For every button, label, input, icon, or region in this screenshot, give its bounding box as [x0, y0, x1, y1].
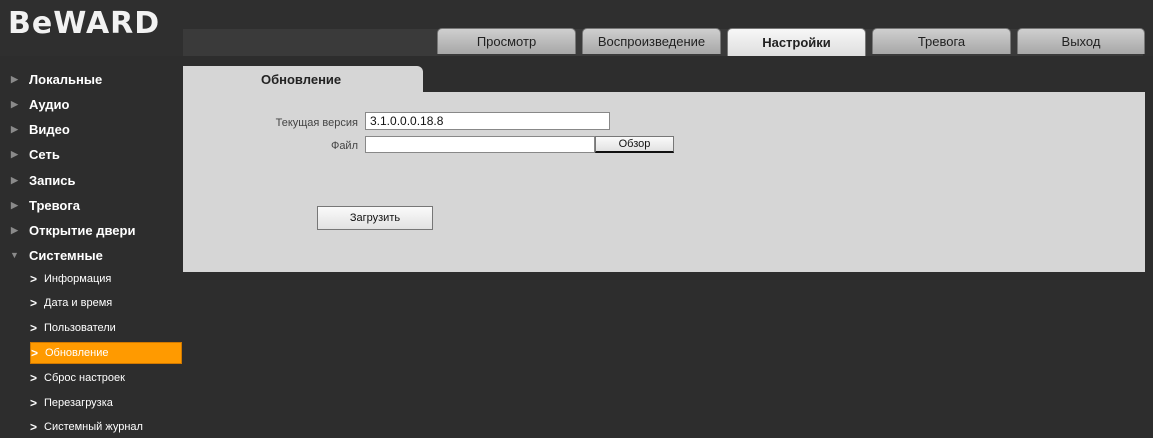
- collapsed-triangle-icon: ▶: [11, 199, 18, 210]
- collapsed-triangle-icon: ▶: [11, 224, 18, 235]
- chevron-right-icon: >: [30, 296, 38, 310]
- tab-logout[interactable]: Выход: [1017, 28, 1145, 54]
- chevron-right-icon: >: [30, 420, 38, 434]
- sidebar-subitem-label: Перезагрузка: [44, 397, 113, 409]
- sidebar-subitem-info[interactable]: > Информация: [30, 268, 182, 290]
- sidebar-item-label: Тревога: [29, 197, 81, 213]
- section-tab-update: Обновление: [183, 66, 423, 93]
- tab-alarm[interactable]: Тревога: [872, 28, 1011, 54]
- sidebar: ▶ Локальные ▶ Аудио ▶ Видео ▶ Сеть ▶ Зап…: [0, 62, 183, 434]
- sidebar-subitem-reset[interactable]: > Сброс настроек: [30, 367, 182, 389]
- sidebar-subitem-users[interactable]: > Пользователи: [30, 317, 182, 339]
- current-version-label: Текущая версия: [275, 117, 358, 129]
- tab-view[interactable]: Просмотр: [437, 28, 576, 54]
- brand-logo: BeWARD: [8, 6, 161, 41]
- section-title: Обновление: [261, 72, 342, 87]
- chevron-right-icon: >: [31, 346, 39, 360]
- sidebar-item-system[interactable]: ▼ Системные: [0, 242, 183, 268]
- sidebar-item-label: Сеть: [29, 146, 60, 162]
- upload-button[interactable]: Загрузить: [317, 206, 433, 230]
- sidebar-item-video[interactable]: ▶ Видео: [0, 116, 183, 142]
- chevron-right-icon: >: [30, 371, 38, 385]
- tab-playback[interactable]: Воспроизведение: [582, 28, 721, 54]
- sidebar-item-audio[interactable]: ▶ Аудио: [0, 91, 183, 117]
- current-version-field: 3.1.0.0.0.18.8: [365, 112, 610, 130]
- collapsed-triangle-icon: ▶: [11, 123, 18, 134]
- sidebar-item-alarm[interactable]: ▶ Тревога: [0, 192, 183, 218]
- sidebar-subitem-label: Пользователи: [44, 322, 116, 334]
- sidebar-subitem-update[interactable]: > Обновление: [30, 342, 182, 364]
- sidebar-subitem-label: Дата и время: [44, 297, 113, 309]
- chevron-right-icon: >: [30, 272, 38, 286]
- tab-settings[interactable]: Настройки: [727, 28, 866, 56]
- sidebar-item-door-open[interactable]: ▶ Открытие двери: [0, 217, 183, 243]
- sidebar-subitem-label: Сброс настроек: [44, 372, 125, 384]
- browse-button[interactable]: Обзор: [595, 136, 674, 153]
- sidebar-subitem-label: Обновление: [45, 347, 109, 359]
- sidebar-subitem-label: Информация: [44, 273, 112, 285]
- collapsed-triangle-icon: ▶: [11, 148, 18, 159]
- file-label: Файл: [330, 140, 358, 152]
- chevron-right-icon: >: [30, 396, 38, 410]
- sidebar-subitem-datetime[interactable]: > Дата и время: [30, 292, 182, 314]
- sidebar-item-label: Системные: [29, 247, 103, 263]
- chevron-right-icon: >: [30, 321, 38, 335]
- sidebar-item-network[interactable]: ▶ Сеть: [0, 141, 183, 167]
- file-path-input[interactable]: [365, 136, 595, 153]
- sidebar-item-label: Запись: [29, 172, 76, 188]
- collapsed-triangle-icon: ▶: [11, 174, 18, 185]
- collapsed-triangle-icon: ▶: [11, 73, 18, 84]
- collapsed-triangle-icon: ▶: [11, 98, 18, 109]
- sidebar-item-record[interactable]: ▶ Запись: [0, 167, 183, 193]
- sidebar-item-label: Локальные: [29, 71, 103, 87]
- sidebar-item-label: Аудио: [29, 96, 70, 112]
- sidebar-item-label: Видео: [29, 121, 70, 137]
- sidebar-item-label: Открытие двери: [29, 222, 136, 238]
- sidebar-subitem-reboot[interactable]: > Перезагрузка: [30, 392, 182, 414]
- expanded-triangle-icon: ▼: [10, 250, 19, 260]
- sidebar-subitem-syslog[interactable]: > Системный журнал: [30, 416, 182, 438]
- sidebar-subitem-label: Системный журнал: [44, 421, 143, 433]
- sidebar-item-local[interactable]: ▶ Локальные: [0, 66, 183, 92]
